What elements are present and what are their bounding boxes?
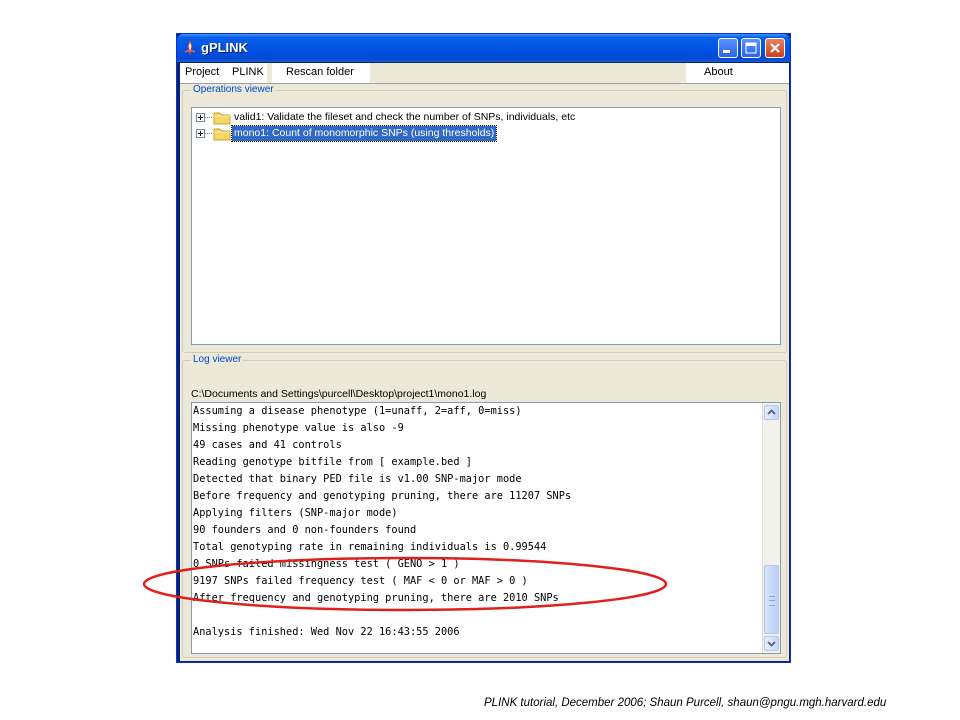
log-line: 49 cases and 41 controls — [193, 439, 342, 451]
tree-connector — [205, 117, 212, 118]
menu-separator — [267, 63, 272, 83]
log-viewer-panel: Log viewer C:\Documents and Settings\pur… — [182, 354, 787, 658]
log-line: Missing phenotype value is also -9 — [193, 422, 404, 434]
scroll-thumb[interactable] — [764, 565, 779, 634]
tree-connector — [205, 133, 212, 134]
close-button[interactable] — [765, 38, 785, 58]
log-line: 9197 SNPs failed frequency test ( MAF < … — [193, 575, 528, 587]
minimize-button[interactable] — [718, 38, 738, 58]
tree-item-label-selected[interactable]: mono1: Count of monomorphic SNPs (using … — [230, 125, 498, 142]
log-line: Detected that binary PED file is v1.00 S… — [193, 473, 522, 485]
log-line: 90 founders and 0 non-founders found — [193, 524, 417, 536]
folder-icon — [213, 128, 231, 141]
log-scrollbar[interactable] — [762, 403, 780, 653]
chevron-down-icon — [767, 641, 776, 647]
client-area: Operations viewer valid1: Validate the f… — [180, 84, 789, 661]
operations-tree[interactable]: valid1: Validate the fileset and check t… — [191, 107, 781, 345]
minimize-icon — [723, 50, 730, 53]
menu-spacer — [370, 63, 686, 83]
window-title: gPLINK — [201, 40, 248, 55]
folder-icon — [213, 112, 231, 125]
expand-icon[interactable] — [196, 129, 205, 138]
title-bar[interactable]: gPLINK — [177, 34, 790, 62]
grip-icon — [769, 596, 775, 606]
log-line: Analysis finished: Wed Nov 22 16:43:55 2… — [193, 626, 460, 638]
operations-viewer-label: Operations viewer — [191, 84, 276, 95]
footer-caption: PLINK tutorial, December 2006; Shaun Pur… — [484, 697, 887, 709]
menu-about[interactable]: About — [704, 66, 733, 78]
gplink-window: gPLINK Project PLINK Rescan folder About… — [176, 33, 791, 663]
log-text-area[interactable]: Assuming a disease phenotype (1=unaff, 2… — [191, 402, 781, 654]
log-line: Before frequency and genotyping pruning,… — [193, 490, 572, 502]
close-icon — [770, 43, 780, 53]
log-viewer-label: Log viewer — [191, 354, 244, 365]
menu-project[interactable]: Project — [185, 66, 219, 78]
log-lines: Assuming a disease phenotype (1=unaff, 2… — [193, 403, 571, 641]
scroll-up-button[interactable] — [764, 405, 779, 420]
tree-item-label[interactable]: valid1: Validate the fileset and check t… — [232, 110, 577, 125]
log-line: 0 SNPs failed missingness test ( GENO > … — [193, 558, 460, 570]
menu-bar: Project PLINK Rescan folder About — [180, 63, 789, 84]
maximize-icon — [745, 42, 757, 54]
maximize-button[interactable] — [741, 38, 761, 58]
app-icon — [184, 40, 196, 56]
log-line: Total genotyping rate in remaining indiv… — [193, 541, 547, 553]
log-line: Assuming a disease phenotype (1=unaff, 2… — [193, 405, 522, 417]
log-line: Applying filters (SNP-major mode) — [193, 507, 398, 519]
menu-rescan-folder[interactable]: Rescan folder — [286, 66, 354, 78]
log-line: Reading genotype bitfile from [ example.… — [193, 456, 472, 468]
expand-icon[interactable] — [196, 113, 205, 122]
scroll-down-button[interactable] — [764, 636, 779, 651]
log-line: After frequency and genotyping pruning, … — [193, 592, 559, 604]
operations-viewer-panel: Operations viewer valid1: Validate the f… — [182, 84, 787, 353]
menu-plink[interactable]: PLINK — [232, 66, 264, 78]
log-file-path: C:\Documents and Settings\purcell\Deskto… — [191, 388, 487, 400]
chevron-up-icon — [767, 409, 776, 415]
